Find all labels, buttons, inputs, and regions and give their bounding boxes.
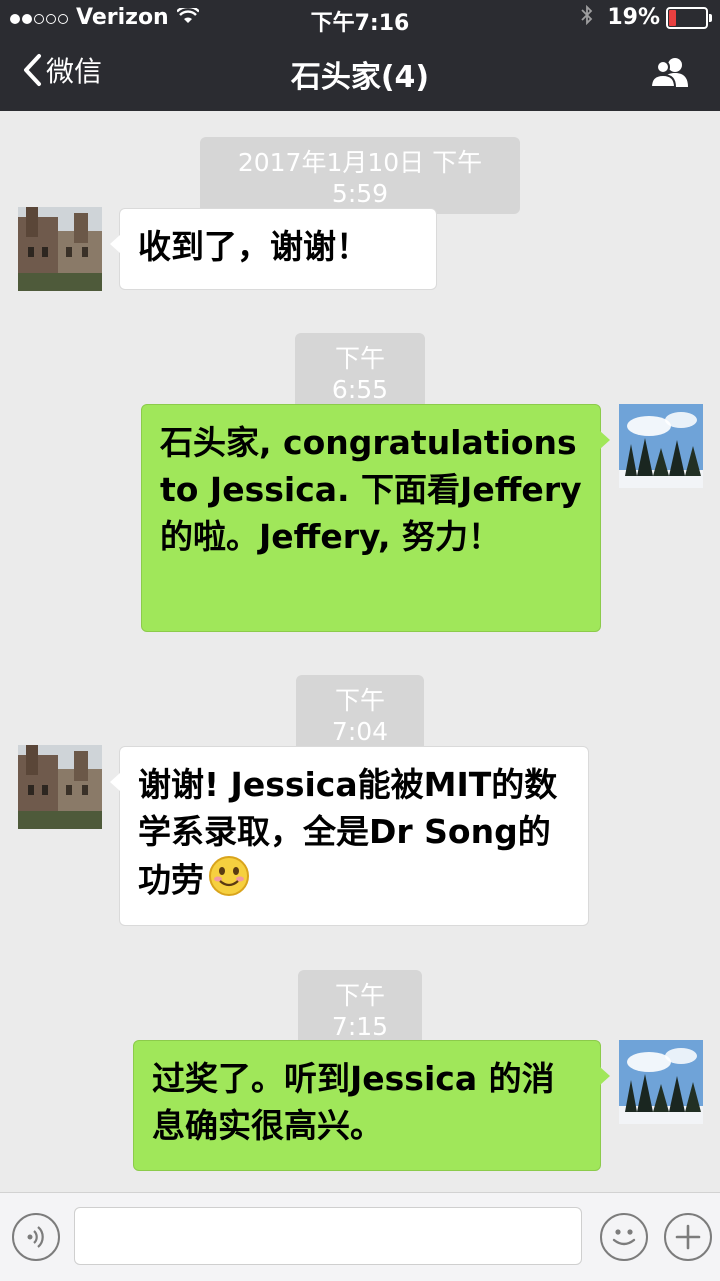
status-bar: Verizon 下午7:16 19% bbox=[0, 0, 720, 36]
smile-emoji-icon bbox=[208, 855, 250, 909]
avatar[interactable] bbox=[18, 745, 102, 829]
top-bar: Verizon 下午7:16 19% 微信 石头家(4) bbox=[0, 0, 720, 111]
message-text: 石头家, congratulations to Jessica. 下面看Jeff… bbox=[160, 423, 582, 556]
input-bar bbox=[0, 1192, 720, 1281]
timestamp: 下午7:04 bbox=[296, 675, 424, 752]
battery-icon bbox=[666, 6, 712, 29]
battery-percentage: 19% bbox=[607, 5, 660, 30]
bluetooth-icon bbox=[581, 4, 593, 30]
emoji-icon bbox=[612, 1229, 636, 1246]
timestamp: 下午6:55 bbox=[295, 333, 425, 410]
group-members-icon bbox=[649, 58, 688, 88]
avatar[interactable] bbox=[619, 404, 703, 488]
received-message[interactable]: 收到了，谢谢！ bbox=[110, 208, 437, 290]
add-button[interactable] bbox=[664, 1213, 712, 1261]
sent-message[interactable]: 石头家, congratulations to Jessica. 下面看Jeff… bbox=[141, 404, 610, 632]
message-text: 过奖了。听到Jessica 的消息确实很高兴。 bbox=[152, 1059, 555, 1145]
voice-icon bbox=[27, 1226, 44, 1248]
avatar[interactable] bbox=[18, 207, 102, 291]
received-message[interactable]: 谢谢! Jessica能被MIT的数学系录取，全是Dr Song的功劳 bbox=[110, 746, 589, 926]
nav-bar: 微信 石头家(4) bbox=[0, 36, 720, 111]
emoji-button[interactable] bbox=[600, 1213, 648, 1261]
chat-title: 石头家(4) bbox=[290, 60, 430, 95]
message-input[interactable] bbox=[74, 1207, 582, 1265]
timestamp: 下午7:15 bbox=[298, 970, 422, 1047]
group-members-button[interactable] bbox=[649, 56, 692, 92]
plus-icon bbox=[675, 1224, 701, 1250]
voice-button[interactable] bbox=[12, 1213, 60, 1261]
message-text: 谢谢! Jessica能被MIT的数学系录取，全是Dr Song的功劳 bbox=[138, 765, 558, 900]
sent-message[interactable]: 过奖了。听到Jessica 的消息确实很高兴。 bbox=[133, 1040, 610, 1171]
timestamp: 2017年1月10日 下午5:59 bbox=[200, 137, 520, 214]
message-text: 收到了，谢谢！ bbox=[138, 227, 369, 266]
avatar[interactable] bbox=[619, 1040, 703, 1124]
